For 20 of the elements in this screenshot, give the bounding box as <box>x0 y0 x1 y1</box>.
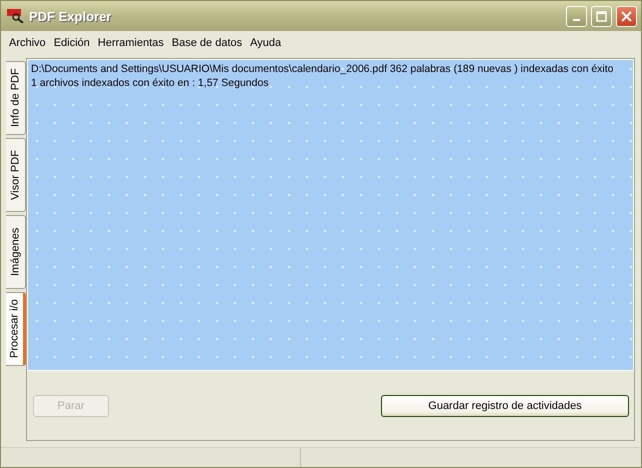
side-tab[interactable]: Imágenes <box>6 215 26 289</box>
menu-item[interactable]: Edición <box>54 37 90 49</box>
side-tab[interactable]: Procesar i/o <box>6 292 26 366</box>
window-title: PDF Explorer <box>29 8 112 24</box>
side-tab[interactable]: Info de PDF <box>6 61 26 135</box>
maximize-icon <box>596 10 607 22</box>
app-logo-icon <box>7 9 25 23</box>
menu-item[interactable]: Base de datos <box>172 37 242 49</box>
side-tab[interactable]: Visor PDF <box>6 138 26 212</box>
log-line: 1 archivos indexados con éxito en : 1,57 Segundos <box>31 76 270 90</box>
log-line: D:\Documents and Settings\USUARIO\Mis documentos\calendario_2006.pdf 362 palabras (189 nuevas ) indexadas con éxito <box>31 62 614 76</box>
menu-item[interactable]: Archivo <box>9 37 46 49</box>
minimize-button[interactable] <box>566 6 587 26</box>
save-log-button[interactable]: Guardar registro de actividades <box>381 394 629 416</box>
minimize-icon <box>573 19 580 21</box>
menu-item[interactable]: Herramientas <box>98 37 164 49</box>
menu-item[interactable]: Ayuda <box>250 37 282 49</box>
close-button[interactable] <box>616 6 637 26</box>
close-icon <box>621 10 632 22</box>
maximize-button[interactable] <box>591 6 612 26</box>
